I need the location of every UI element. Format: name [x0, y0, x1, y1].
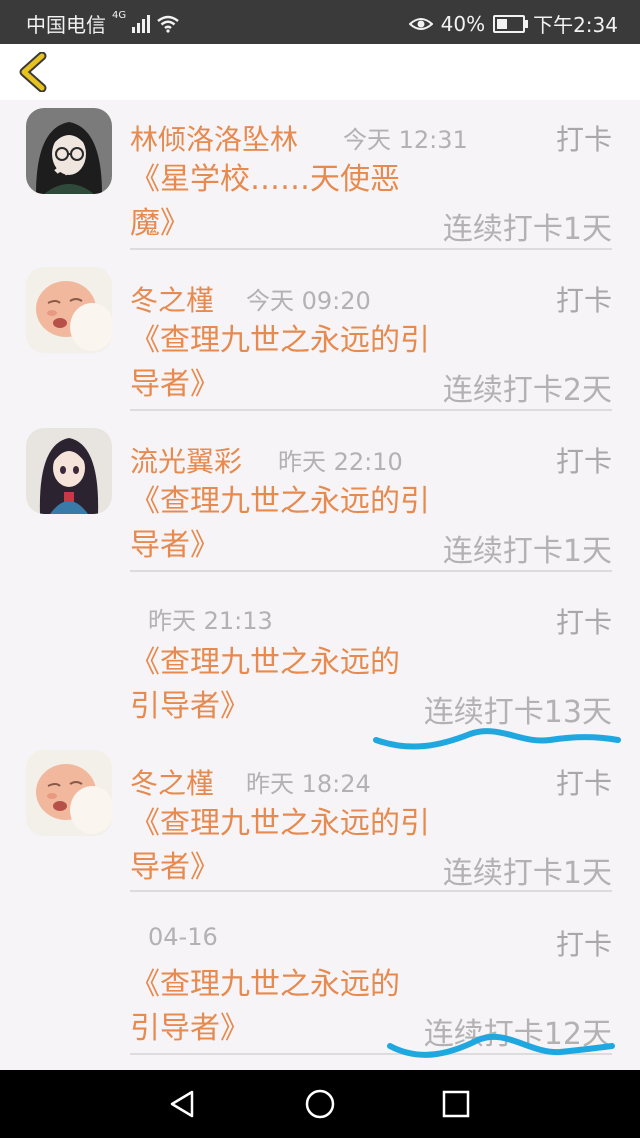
timestamp: 昨天 22:10 [278, 448, 403, 476]
timestamp: 昨天 21:13 [148, 607, 273, 635]
baby-avatar-icon [26, 750, 112, 836]
list-item[interactable]: 冬之槿 昨天 18:24 打卡 《查理九世之永远的引导者》 连续打卡1天 [0, 744, 640, 905]
divider [130, 570, 612, 572]
book-title[interactable]: 《查理九世之永远的引导者》 [130, 480, 430, 568]
eye-comfort-icon [408, 17, 433, 30]
timestamp: 今天 12:31 [343, 126, 468, 154]
nav-home-icon[interactable] [302, 1086, 338, 1122]
checkin-label: 打卡 [555, 284, 612, 317]
avatar[interactable] [26, 428, 112, 514]
clock-label: 下午2:34 [533, 13, 618, 37]
list-item[interactable]: 昨天 21:13 打卡 《查理九世之永远的引导者》 连续打卡13天 [0, 583, 640, 744]
baby-avatar-icon [26, 267, 112, 353]
status-left: 中国电信 4G [26, 9, 180, 38]
divider [130, 890, 612, 892]
checkin-label: 打卡 [555, 445, 612, 478]
network-type-label: 4G [112, 10, 127, 21]
wifi-icon [157, 15, 179, 33]
username[interactable]: 冬之槿 [130, 279, 214, 319]
timestamp: 今天 09:20 [246, 287, 371, 315]
list-item[interactable]: 冬之槿 今天 09:20 打卡 《查理九世之永远的引导者》 连续打卡2天 [0, 261, 640, 422]
checkin-label: 打卡 [555, 767, 612, 800]
streak-label: 连续打卡12天 [423, 1017, 612, 1052]
username[interactable]: 林倾洛洛坠林 [130, 118, 298, 158]
avatar[interactable] [26, 750, 112, 836]
status-right: 40% 下午2:34 [408, 9, 618, 38]
streak-label: 连续打卡13天 [423, 695, 612, 730]
checkin-label: 打卡 [555, 123, 612, 156]
book-title[interactable]: 《查理九世之永远的引导者》 [130, 641, 400, 729]
book-title[interactable]: 《查理九世之永远的引导者》 [130, 319, 430, 407]
divider [130, 1053, 612, 1055]
username[interactable]: 流光翼彩 [130, 440, 242, 480]
streak-label: 连续打卡1天 [442, 534, 612, 569]
username[interactable]: 冬之槿 [130, 762, 214, 802]
avatar[interactable] [26, 267, 112, 353]
streak-label: 连续打卡1天 [442, 856, 612, 891]
timestamp: 04-16 [148, 923, 218, 951]
girl-with-glasses-avatar-icon [26, 108, 112, 194]
timestamp: 昨天 18:24 [246, 770, 371, 798]
avatar[interactable] [26, 108, 112, 194]
divider [130, 248, 612, 250]
checkin-label: 打卡 [555, 606, 612, 639]
system-nav-bar [0, 1070, 640, 1138]
carrier-label: 中国电信 [26, 13, 106, 37]
nav-recents-icon[interactable] [438, 1086, 474, 1122]
book-title[interactable]: 《星学校……天使恶魔》 [130, 158, 420, 246]
divider [130, 409, 612, 411]
book-title[interactable]: 《查理九世之永远的引导者》 [130, 963, 400, 1051]
streak-label: 连续打卡1天 [442, 212, 612, 247]
status-bar: 中国电信 4G 40% 下午2:34 [0, 0, 640, 44]
app-bar [0, 44, 640, 100]
list-item[interactable]: 流光翼彩 昨天 22:10 打卡 《查理九世之永远的引导者》 连续打卡1天 [0, 422, 640, 583]
anime-girl-avatar-icon [26, 428, 112, 514]
battery-percent-label: 40% [440, 11, 486, 36]
list-item[interactable]: 林倾洛洛坠林 今天 12:31 打卡 《星学校……天使恶魔》 连续打卡1天 [0, 100, 640, 261]
back-chevron-icon[interactable] [16, 52, 52, 92]
battery-icon [493, 14, 529, 33]
streak-label: 连续打卡2天 [442, 373, 612, 408]
book-title[interactable]: 《查理九世之永远的引导者》 [130, 802, 430, 890]
list-item[interactable]: 04-16 打卡 《查理九世之永远的引导者》 连续打卡12天 [0, 905, 640, 1066]
signal-icon [132, 14, 151, 33]
checkin-label: 打卡 [555, 928, 612, 961]
nav-back-icon[interactable] [164, 1086, 200, 1122]
